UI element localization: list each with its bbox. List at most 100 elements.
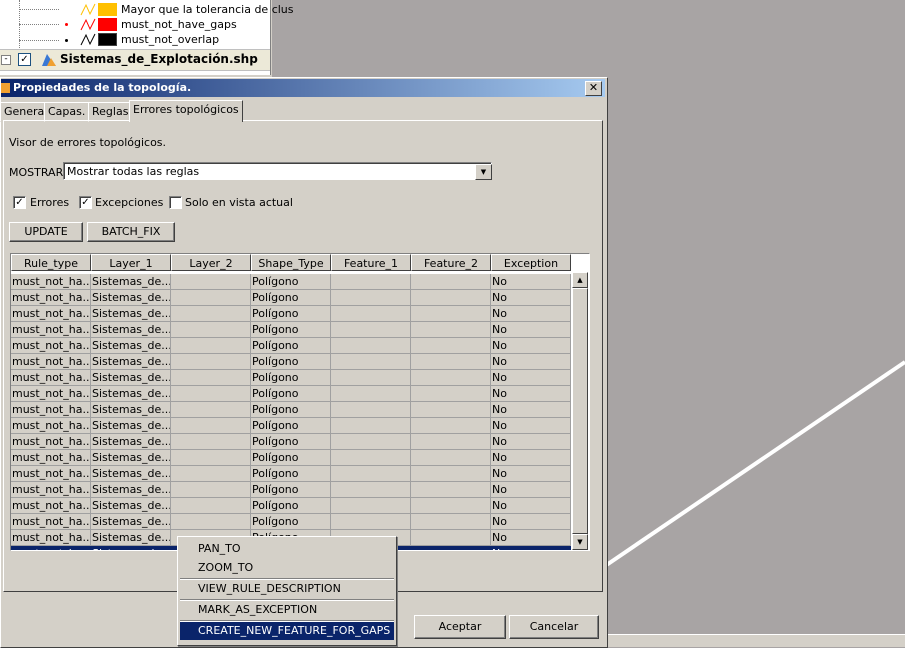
context-menu: PAN_TO ZOOM_TO VIEW_RULE_DESCRIPTION MAR… [177,536,397,646]
line-symbol-icon [80,3,96,16]
column-header[interactable]: Exception [491,254,571,271]
column-header[interactable]: Layer_1 [91,254,171,271]
table-cell [171,338,251,354]
table-row[interactable]: must_not_ha...Sistemas_de... Polígono No [11,370,571,386]
update-button[interactable]: UPDATE [9,222,83,242]
menu-item-zoom-to[interactable]: ZOOM_TO [180,559,394,577]
table-cell: No [491,338,571,354]
table-row[interactable]: must_not_ha...Sistemas_de... Polígono No [11,434,571,450]
table-cell: must_not_ha... [11,402,91,418]
menu-item-view-rule-description[interactable]: VIEW_RULE_DESCRIPTION [180,580,394,598]
table-cell [411,530,491,546]
table-cell: Polígono [251,386,331,402]
tab-reglas[interactable]: Reglas [88,102,133,122]
scroll-up-icon[interactable]: ▲ [572,272,588,288]
excepciones-checkbox[interactable]: ✓ [79,196,92,209]
solo-vista-actual-checkbox[interactable] [169,196,182,209]
table-row[interactable]: must_not_ha...Sistemas_de... Polígono No [11,338,571,354]
table-cell: Polígono [251,370,331,386]
cancel-button[interactable]: Cancelar [509,615,599,639]
legend-label: must_not_overlap [121,33,220,46]
table-cell: No [491,466,571,482]
table-cell: No [491,450,571,466]
table-row[interactable]: must_not_ha...Sistemas_de... Polígono No [11,450,571,466]
dialog-titlebar[interactable]: Propiedades de la topología. ✕ [1,79,605,97]
table-header: Rule_type Layer_1 Layer_2 Shape_Type Fea… [11,254,571,272]
table-cell [411,498,491,514]
table-cell: No [491,482,571,498]
table-cell [411,450,491,466]
table-cell: Polígono [251,338,331,354]
table-row[interactable]: must_not_ha...Sistemas_de... Polígono No [11,306,571,322]
chevron-down-icon[interactable]: ▼ [475,164,492,180]
menu-item-pan-to[interactable]: PAN_TO [180,540,394,558]
tab-capas[interactable]: Capas. [44,102,90,122]
table-cell: No [491,546,571,550]
column-header[interactable]: Layer_2 [171,254,251,271]
menu-item-create-new-feature-for-gaps[interactable]: CREATE_NEW_FEATURE_FOR_GAPS [180,622,394,640]
scroll-down-icon[interactable]: ▼ [572,534,588,550]
table-row[interactable]: must_not_ha...Sistemas_de... Polígono No [11,354,571,370]
table-row[interactable]: must_not_ha...Sistemas_de... Polígono No [11,514,571,530]
table-cell: Sistemas_de... [91,274,171,290]
table-cell [331,466,411,482]
table-cell: Sistemas_de... [91,386,171,402]
table-cell: No [491,418,571,434]
column-header[interactable]: Feature_1 [331,254,411,271]
errores-checkbox[interactable]: ✓ [13,196,26,209]
table-cell [331,306,411,322]
fill-swatch [98,3,117,16]
table-cell: Sistemas_de... [91,466,171,482]
minus-box-icon[interactable]: - [1,55,11,65]
table-cell: Sistemas_de... [91,514,171,530]
mostrar-select[interactable]: Mostrar todas las reglas [63,162,492,180]
table-cell [411,274,491,290]
column-header[interactable]: Rule_type [11,254,91,271]
table-row[interactable]: must_not_ha...Sistemas_de... Polígono No [11,274,571,290]
table-cell [331,386,411,402]
layer-visibility-checkbox[interactable]: ✓ [18,53,31,66]
table-cell: Polígono [251,290,331,306]
viewer-label: Visor de errores topológicos. [9,136,167,149]
table-cell [171,322,251,338]
tab-errores-topologicos[interactable]: Errores topológicos [129,100,243,122]
accept-button[interactable]: Aceptar [414,615,506,639]
table-cell [331,402,411,418]
table-cell: No [491,530,571,546]
table-row[interactable]: must_not_ha...Sistemas_de... Polígono No [11,498,571,514]
close-button[interactable]: ✕ [585,81,602,96]
table-row[interactable]: must_not_ha...Sistemas_de... Polígono No [11,482,571,498]
table-cell [411,354,491,370]
table-cell: Sistemas_de... [91,306,171,322]
status-bar [606,634,905,647]
scroll-thumb[interactable] [572,288,588,534]
line-symbol-icon [80,18,96,31]
table-cell [331,450,411,466]
table-cell: must_not_ha... [11,450,91,466]
table-row[interactable]: must_not_ha...Sistemas_de... Polígono No [11,290,571,306]
column-header[interactable]: Feature_2 [411,254,491,271]
table-scrollbar[interactable]: ▲ ▼ [572,272,588,550]
table-cell [411,338,491,354]
table-body: must_not_ha... Sistemas_de... Polígono No mu… [11,274,571,550]
table-row[interactable]: must_not_ha...Sistemas_de... Polígono No [11,402,571,418]
table-cell: must_not_ha... [11,530,91,546]
layer-name: Sistemas_de_Explotación.shp [60,52,258,66]
table-cell: Polígono [251,274,331,290]
table-cell: Polígono [251,434,331,450]
table-cell: Sistemas_de... [91,450,171,466]
column-header[interactable]: Shape_Type [251,254,331,271]
table-row[interactable]: must_not_ha...Sistemas_de... Polígono No [11,386,571,402]
batch-fix-button[interactable]: BATCH_FIX [87,222,175,242]
table-cell: must_not_ha... [11,418,91,434]
legend-label: must_not_have_gaps [121,18,237,31]
table-row[interactable]: must_not_ha...Sistemas_de... Polígono No [11,466,571,482]
table-row[interactable]: must_not_ha...Sistemas_de... Polígono No [11,322,571,338]
shapefile-layer-icon [42,54,56,66]
table-row[interactable]: must_not_ha...Sistemas_de... Polígono No [11,418,571,434]
table-cell [331,418,411,434]
layer-row[interactable]: - ✓ Sistemas_de_Explotación.shp [0,49,270,71]
table-cell [331,274,411,290]
table-cell [171,482,251,498]
menu-item-mark-as-exception[interactable]: MARK_AS_EXCEPTION [180,601,394,619]
